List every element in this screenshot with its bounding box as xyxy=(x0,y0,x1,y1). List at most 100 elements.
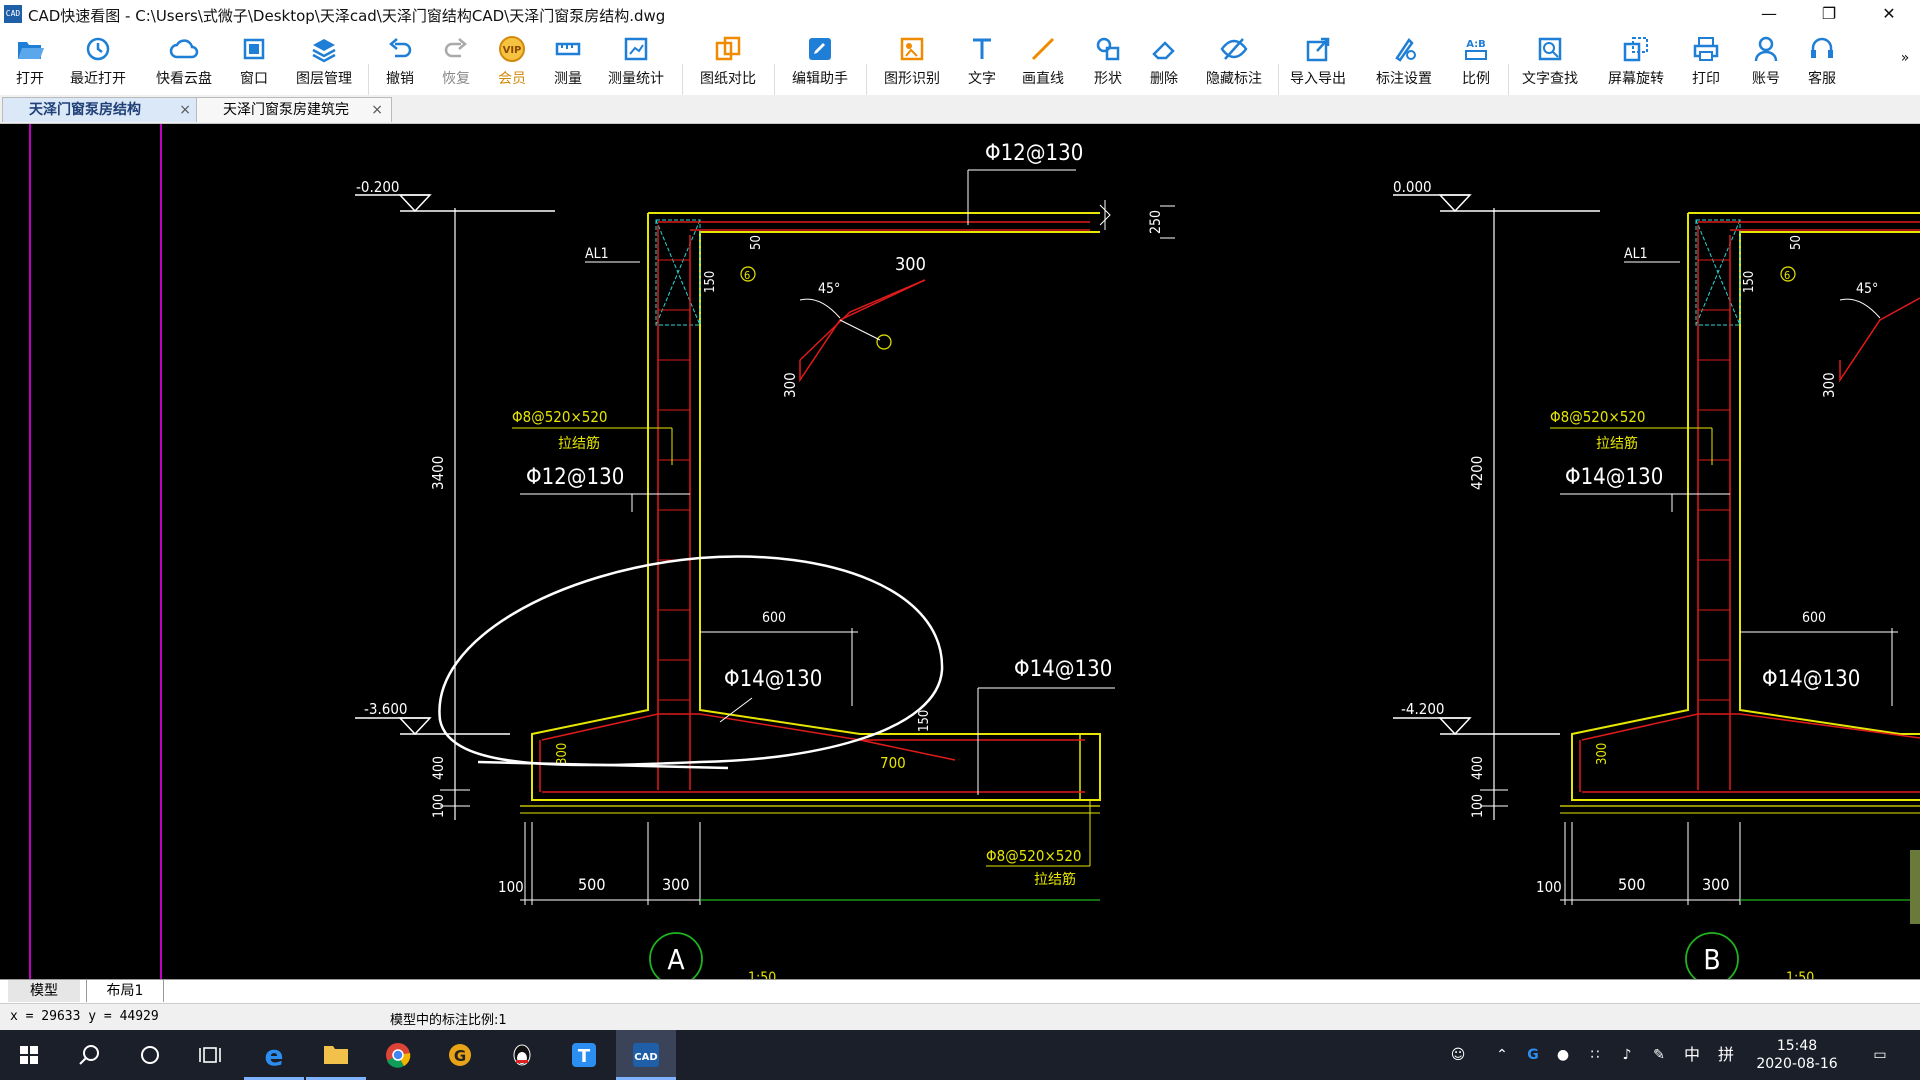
edit-helper-button[interactable]: 编辑助手 xyxy=(788,34,852,88)
rebar-label: Φ12@130 xyxy=(985,141,1083,166)
restore-button[interactable]: ❐ xyxy=(1806,0,1852,28)
axis-label: A xyxy=(667,943,685,976)
tab-layout1[interactable]: 布局1 xyxy=(86,980,164,1002)
taskbar-edge[interactable]: e xyxy=(244,1030,304,1080)
toolbar: 打开 最近打开 快看云盘 窗口 图层管理 撤销 恢复 VIP 会员 测量 测量统… xyxy=(0,28,1920,112)
chrome-icon xyxy=(386,1043,411,1068)
search-button[interactable] xyxy=(60,1030,120,1080)
svg-text:T: T xyxy=(578,1046,591,1067)
window-button[interactable]: 窗口 xyxy=(236,34,272,88)
section-a: -0.200 -3.600 3400 400 100 Φ12@130 250 A… xyxy=(355,141,1175,979)
tray-qq-icon[interactable]: ● xyxy=(1550,1030,1576,1080)
task-view-button[interactable] xyxy=(180,1030,240,1080)
level-label: -0.200 xyxy=(356,178,400,196)
tie-bar-label: Φ8@520×520 xyxy=(512,408,608,426)
layer-manager-button[interactable]: 图层管理 xyxy=(292,34,356,88)
toolbar-overflow-button[interactable]: » xyxy=(1896,46,1914,100)
tie-bar-name: 拉结筋 xyxy=(1034,871,1076,888)
volume-icon[interactable]: ♪ xyxy=(1612,1030,1642,1080)
eraser-icon xyxy=(1152,41,1175,60)
draw-line-button[interactable]: 画直线 xyxy=(1018,34,1068,88)
dimension-label: 150 xyxy=(917,710,932,732)
beam-label: AL1 xyxy=(1624,246,1648,262)
wifi-icon[interactable]: ∷ xyxy=(1580,1030,1610,1080)
compare-icon xyxy=(715,36,741,61)
notification-icon[interactable]: ▭ xyxy=(1860,1030,1900,1080)
annotation-settings-button[interactable]: 标注设置 xyxy=(1372,34,1436,88)
svg-text:A:B: A:B xyxy=(1466,39,1486,50)
screen-rotate-button[interactable]: 屏幕旋转 xyxy=(1604,34,1668,88)
stats-icon xyxy=(624,37,648,61)
ime-language[interactable]: 中 xyxy=(1678,1030,1706,1080)
marker-label: 6 xyxy=(744,269,750,282)
dimension-label: 100 xyxy=(498,878,524,896)
hide-annotation-button[interactable]: 隐藏标注 xyxy=(1202,34,1266,88)
shape-button[interactable]: 形状 xyxy=(1088,34,1128,88)
scale-label: 1:50 xyxy=(1786,970,1814,979)
redo-button[interactable]: 恢复 xyxy=(436,34,476,88)
dimension-label: 300 xyxy=(895,254,926,275)
close-tab-icon[interactable]: × xyxy=(179,98,191,122)
chevron-up-icon[interactable]: ⌃ xyxy=(1490,1030,1514,1080)
tab-architecture[interactable]: 天泽门窗泵房建筑完 × xyxy=(196,97,392,122)
folder-open-icon xyxy=(18,42,44,59)
print-button[interactable]: 打印 xyxy=(1686,34,1726,88)
import-export-button[interactable]: 导入导出 xyxy=(1286,34,1350,88)
side-handle[interactable] xyxy=(1910,850,1920,924)
minimize-button[interactable]: — xyxy=(1746,0,1792,28)
undo-button[interactable]: 撤销 xyxy=(380,34,420,88)
taskbar-cad-viewer[interactable]: CAD xyxy=(616,1030,676,1080)
tab-model[interactable]: 模型 xyxy=(8,980,80,1002)
scale-icon: A:B xyxy=(1465,39,1487,60)
people-icon[interactable]: ☺ xyxy=(1442,1030,1474,1080)
taskbar-chrome[interactable] xyxy=(368,1030,428,1080)
text-search-button[interactable]: 文字查找 xyxy=(1518,34,1582,88)
windows-logo-icon xyxy=(20,1046,38,1064)
start-button[interactable] xyxy=(0,1030,60,1080)
close-button[interactable]: ✕ xyxy=(1866,0,1912,28)
vip-icon: VIP xyxy=(499,36,525,62)
dimension-label: 300 xyxy=(662,875,689,894)
tab-structure[interactable]: 天泽门窗泵房结构 × xyxy=(2,97,200,122)
cloud-disk-button[interactable]: 快看云盘 xyxy=(152,34,216,88)
scale-button[interactable]: A:B 比例 xyxy=(1456,34,1496,88)
account-button[interactable]: 账号 xyxy=(1746,34,1786,88)
ime-mode[interactable]: 拼 xyxy=(1712,1030,1740,1080)
tray-app-g-icon[interactable]: G xyxy=(1520,1030,1546,1080)
open-button[interactable]: 打开 xyxy=(10,34,50,88)
text-tool-button[interactable]: 文字 xyxy=(962,34,1002,88)
measure-button[interactable]: 测量 xyxy=(548,34,588,88)
dimension-label: 400 xyxy=(431,756,447,780)
cortana-icon xyxy=(141,1046,159,1064)
taskbar-explorer[interactable] xyxy=(306,1030,366,1080)
app-t-icon: T xyxy=(572,1043,596,1067)
clock[interactable]: 15:48 2020-08-16 xyxy=(1752,1030,1842,1080)
headset-icon xyxy=(1811,37,1833,58)
measure-stats-button[interactable]: 测量统计 xyxy=(604,34,668,88)
rebar-label: Φ14@130 xyxy=(1014,657,1112,682)
taskbar-app-g[interactable]: G xyxy=(430,1030,490,1080)
taskbar-app-t[interactable]: T xyxy=(554,1030,614,1080)
edge-icon: e xyxy=(265,1039,284,1072)
document-tab-bar: 天泽门窗泵房结构 × 天泽门窗泵房建筑完 × xyxy=(0,95,1920,124)
vip-button[interactable]: VIP 会员 xyxy=(492,34,532,88)
recent-open-button[interactable]: 最近打开 xyxy=(66,34,130,88)
status-bar: x = 29633 y = 44929 模型中的标注比例:1 xyxy=(0,1003,1920,1031)
taskbar-qq[interactable] xyxy=(492,1030,552,1080)
delete-button[interactable]: 删除 xyxy=(1144,34,1184,88)
dimension-label: 300 xyxy=(1595,743,1610,765)
compare-button[interactable]: 图纸对比 xyxy=(696,34,760,88)
dimension-label: 100 xyxy=(1470,794,1486,818)
layers-icon xyxy=(312,39,336,63)
close-tab-icon[interactable]: × xyxy=(371,98,383,122)
dimension-label: 3400 xyxy=(429,456,447,490)
search-icon xyxy=(79,1045,99,1065)
pen-icon[interactable]: ✎ xyxy=(1644,1030,1674,1080)
shape-recognition-button[interactable]: 图形识别 xyxy=(880,34,944,88)
cad-app-icon: CAD xyxy=(633,1043,659,1067)
drawing-canvas[interactable]: -0.200 -3.600 3400 400 100 Φ12@130 250 A… xyxy=(0,124,1920,979)
customer-service-button[interactable]: 客服 xyxy=(1802,34,1842,88)
cortana-button[interactable] xyxy=(120,1030,180,1080)
axis-label: B xyxy=(1703,943,1720,976)
dimension-label: 50 xyxy=(1789,235,1804,250)
